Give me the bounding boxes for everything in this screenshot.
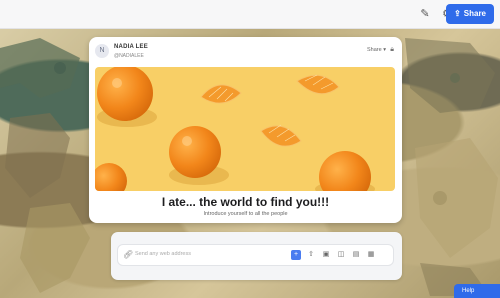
pencil-icon[interactable]: ✎: [418, 7, 432, 21]
avatar[interactable]: N: [95, 44, 109, 58]
chevron-down-icon: ▾: [383, 47, 386, 53]
add-icon[interactable]: +: [291, 250, 301, 260]
url-input-placeholder: Send any web address: [135, 251, 191, 257]
upload-icon[interactable]: ⇧: [306, 250, 316, 260]
document-icon[interactable]: ▤: [351, 250, 361, 260]
image-icon[interactable]: ▣: [321, 250, 331, 260]
privacy-dropdown[interactable]: Share ▾: [367, 47, 386, 53]
camera-icon[interactable]: ◫: [336, 250, 346, 260]
link-icon: 🔗︎: [123, 250, 134, 259]
user-name: NADIA LEE: [114, 44, 148, 50]
help-button-label: Help: [462, 288, 475, 294]
post-subtitle: Introduce yourself to all the people: [203, 211, 288, 217]
oranges-illustration: [95, 67, 375, 191]
grid-icon[interactable]: ▦: [366, 250, 376, 260]
share-icon: ⇪: [454, 9, 461, 18]
user-handle: @NADIALEE: [114, 53, 144, 59]
post-image: [95, 67, 395, 191]
lock-icon[interactable]: 🔒︎: [390, 46, 394, 54]
share-button-label: Share: [463, 9, 486, 18]
composer-panel: 🔗︎ Send any web address + ⇧ ▣ ◫ ▤ ▦: [111, 232, 402, 280]
top-toolbar: ✎ ⚙ ⇪ Share: [0, 0, 500, 29]
card-header: N NADIA LEE @NADIALEE Share ▾ 🔒︎: [89, 37, 402, 67]
post-title: I ate... the world to find you!!!: [161, 195, 330, 209]
privacy-label: Share: [367, 47, 382, 53]
share-button[interactable]: ⇪ Share: [446, 4, 494, 24]
help-button[interactable]: Help: [454, 284, 500, 298]
url-input[interactable]: 🔗︎ Send any web address + ⇧ ▣ ◫ ▤ ▦: [117, 244, 394, 266]
post-card: N NADIA LEE @NADIALEE Share ▾ 🔒︎ I ate..…: [89, 37, 402, 223]
